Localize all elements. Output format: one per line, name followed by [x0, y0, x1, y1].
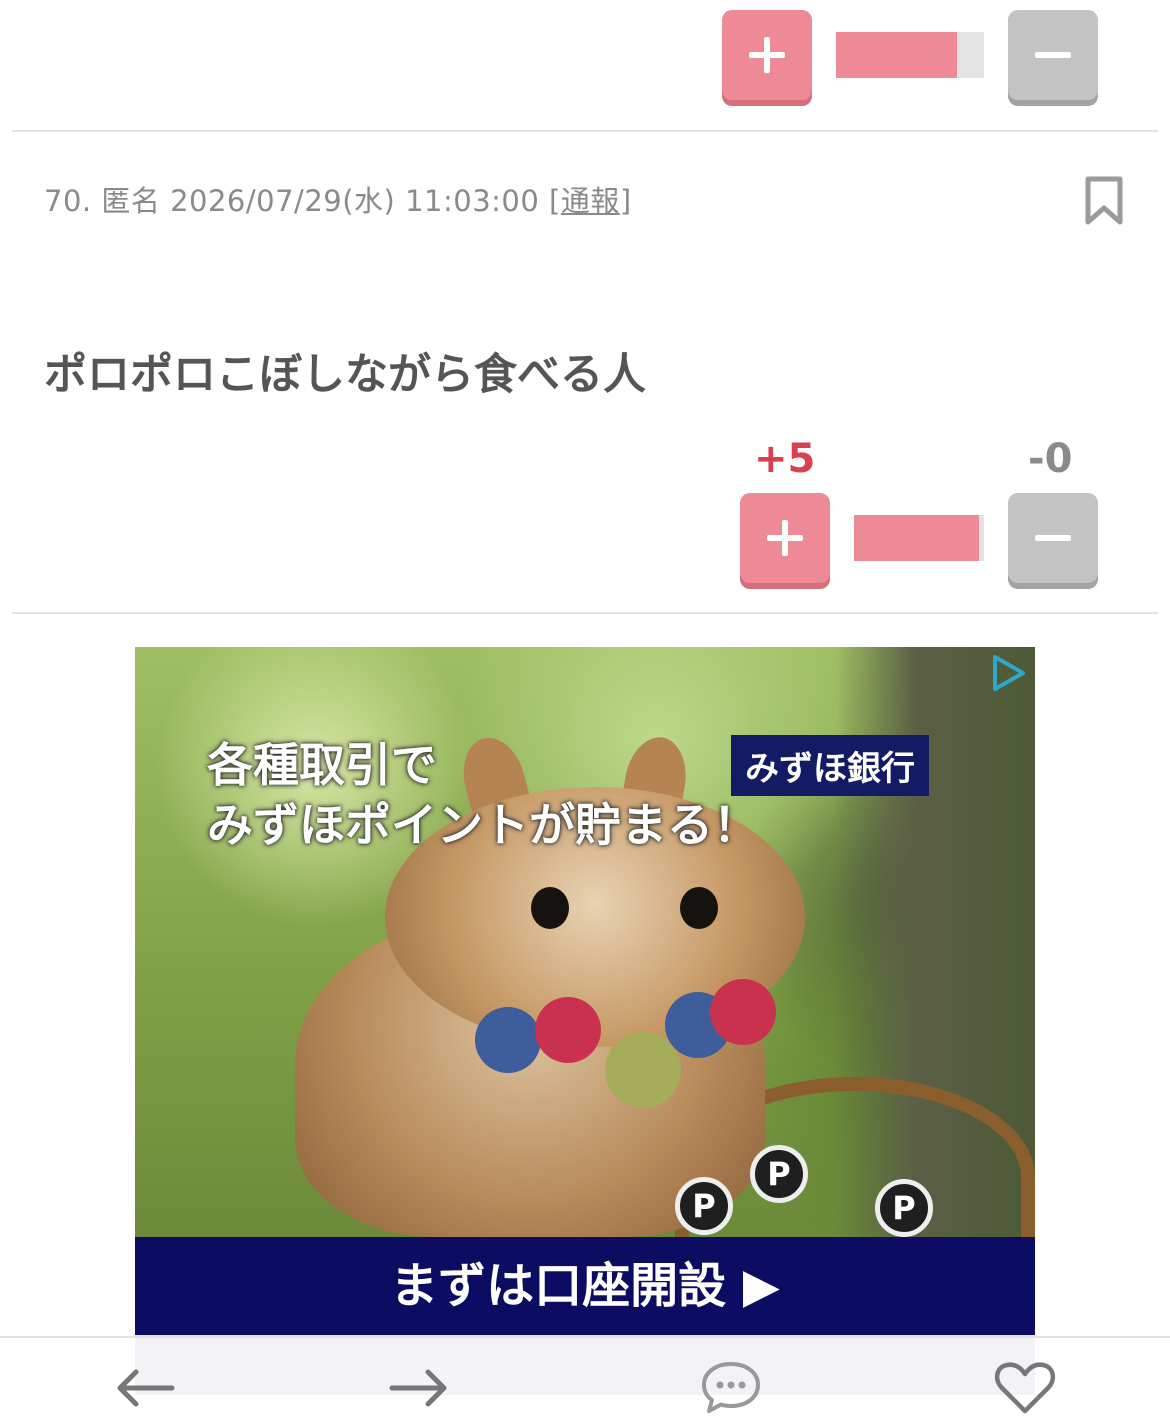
comment-bubble-icon[interactable] — [696, 1358, 766, 1418]
prev-vote-row — [722, 10, 1098, 100]
raspberry-image — [535, 997, 601, 1063]
comment-datetime: 2026/07/29(水) 11:03:00 — [170, 184, 540, 218]
divider — [12, 612, 1158, 614]
minus-vote-button[interactable] — [1008, 10, 1098, 100]
blueberry-image — [475, 1007, 541, 1073]
plus-score: +5 — [754, 436, 816, 482]
vote-ratio-fill — [836, 32, 958, 78]
raspberry-image — [710, 979, 776, 1045]
ad-cta-button[interactable]: まずは口座開設 ▶ — [135, 1237, 1035, 1335]
ad-brand-badge: みずほ銀行 — [731, 735, 929, 796]
divider — [12, 130, 1158, 132]
plus-vote-button[interactable] — [740, 493, 830, 583]
vote-ratio-bar — [854, 515, 984, 561]
point-coin-icon: P — [675, 1177, 733, 1235]
ad-headline: 各種取引で みずほポイントが貯まる！ — [207, 738, 759, 852]
forward-arrow-icon[interactable] — [384, 1358, 454, 1418]
vote-ratio-fill — [854, 515, 979, 561]
ad-choices-icon[interactable] — [987, 651, 1031, 695]
back-arrow-icon[interactable] — [110, 1358, 180, 1418]
grape-image — [605, 1032, 681, 1108]
comment-meta: 70. 匿名 2026/07/29(水) 11:03:00 [通報] — [44, 184, 632, 218]
comment-number: 70. — [44, 184, 92, 218]
vote-ratio-bar — [836, 32, 984, 78]
minus-icon — [1035, 535, 1071, 541]
bottom-nav-bar — [0, 1336, 1170, 1425]
comment-author: 匿名 — [101, 184, 161, 218]
bookmark-icon[interactable] — [1084, 176, 1124, 226]
plus-vote-button[interactable] — [722, 10, 812, 100]
ad-banner[interactable]: P P P 各種取引で みずほポイントが貯まる！ みずほ銀行 まずは口座開設 ▶ — [135, 647, 1035, 1395]
heart-icon[interactable] — [990, 1358, 1060, 1418]
point-coin-icon: P — [875, 1179, 933, 1237]
minus-icon — [1035, 52, 1071, 58]
minus-score: -0 — [1028, 436, 1073, 482]
report-link[interactable]: 通報 — [561, 184, 620, 218]
minus-vote-button[interactable] — [1008, 493, 1098, 583]
comment-vote-row — [740, 493, 1098, 583]
point-coin-icon: P — [750, 1145, 808, 1203]
comment-body: ポロポロこぼしながら食べる人 — [44, 350, 646, 400]
